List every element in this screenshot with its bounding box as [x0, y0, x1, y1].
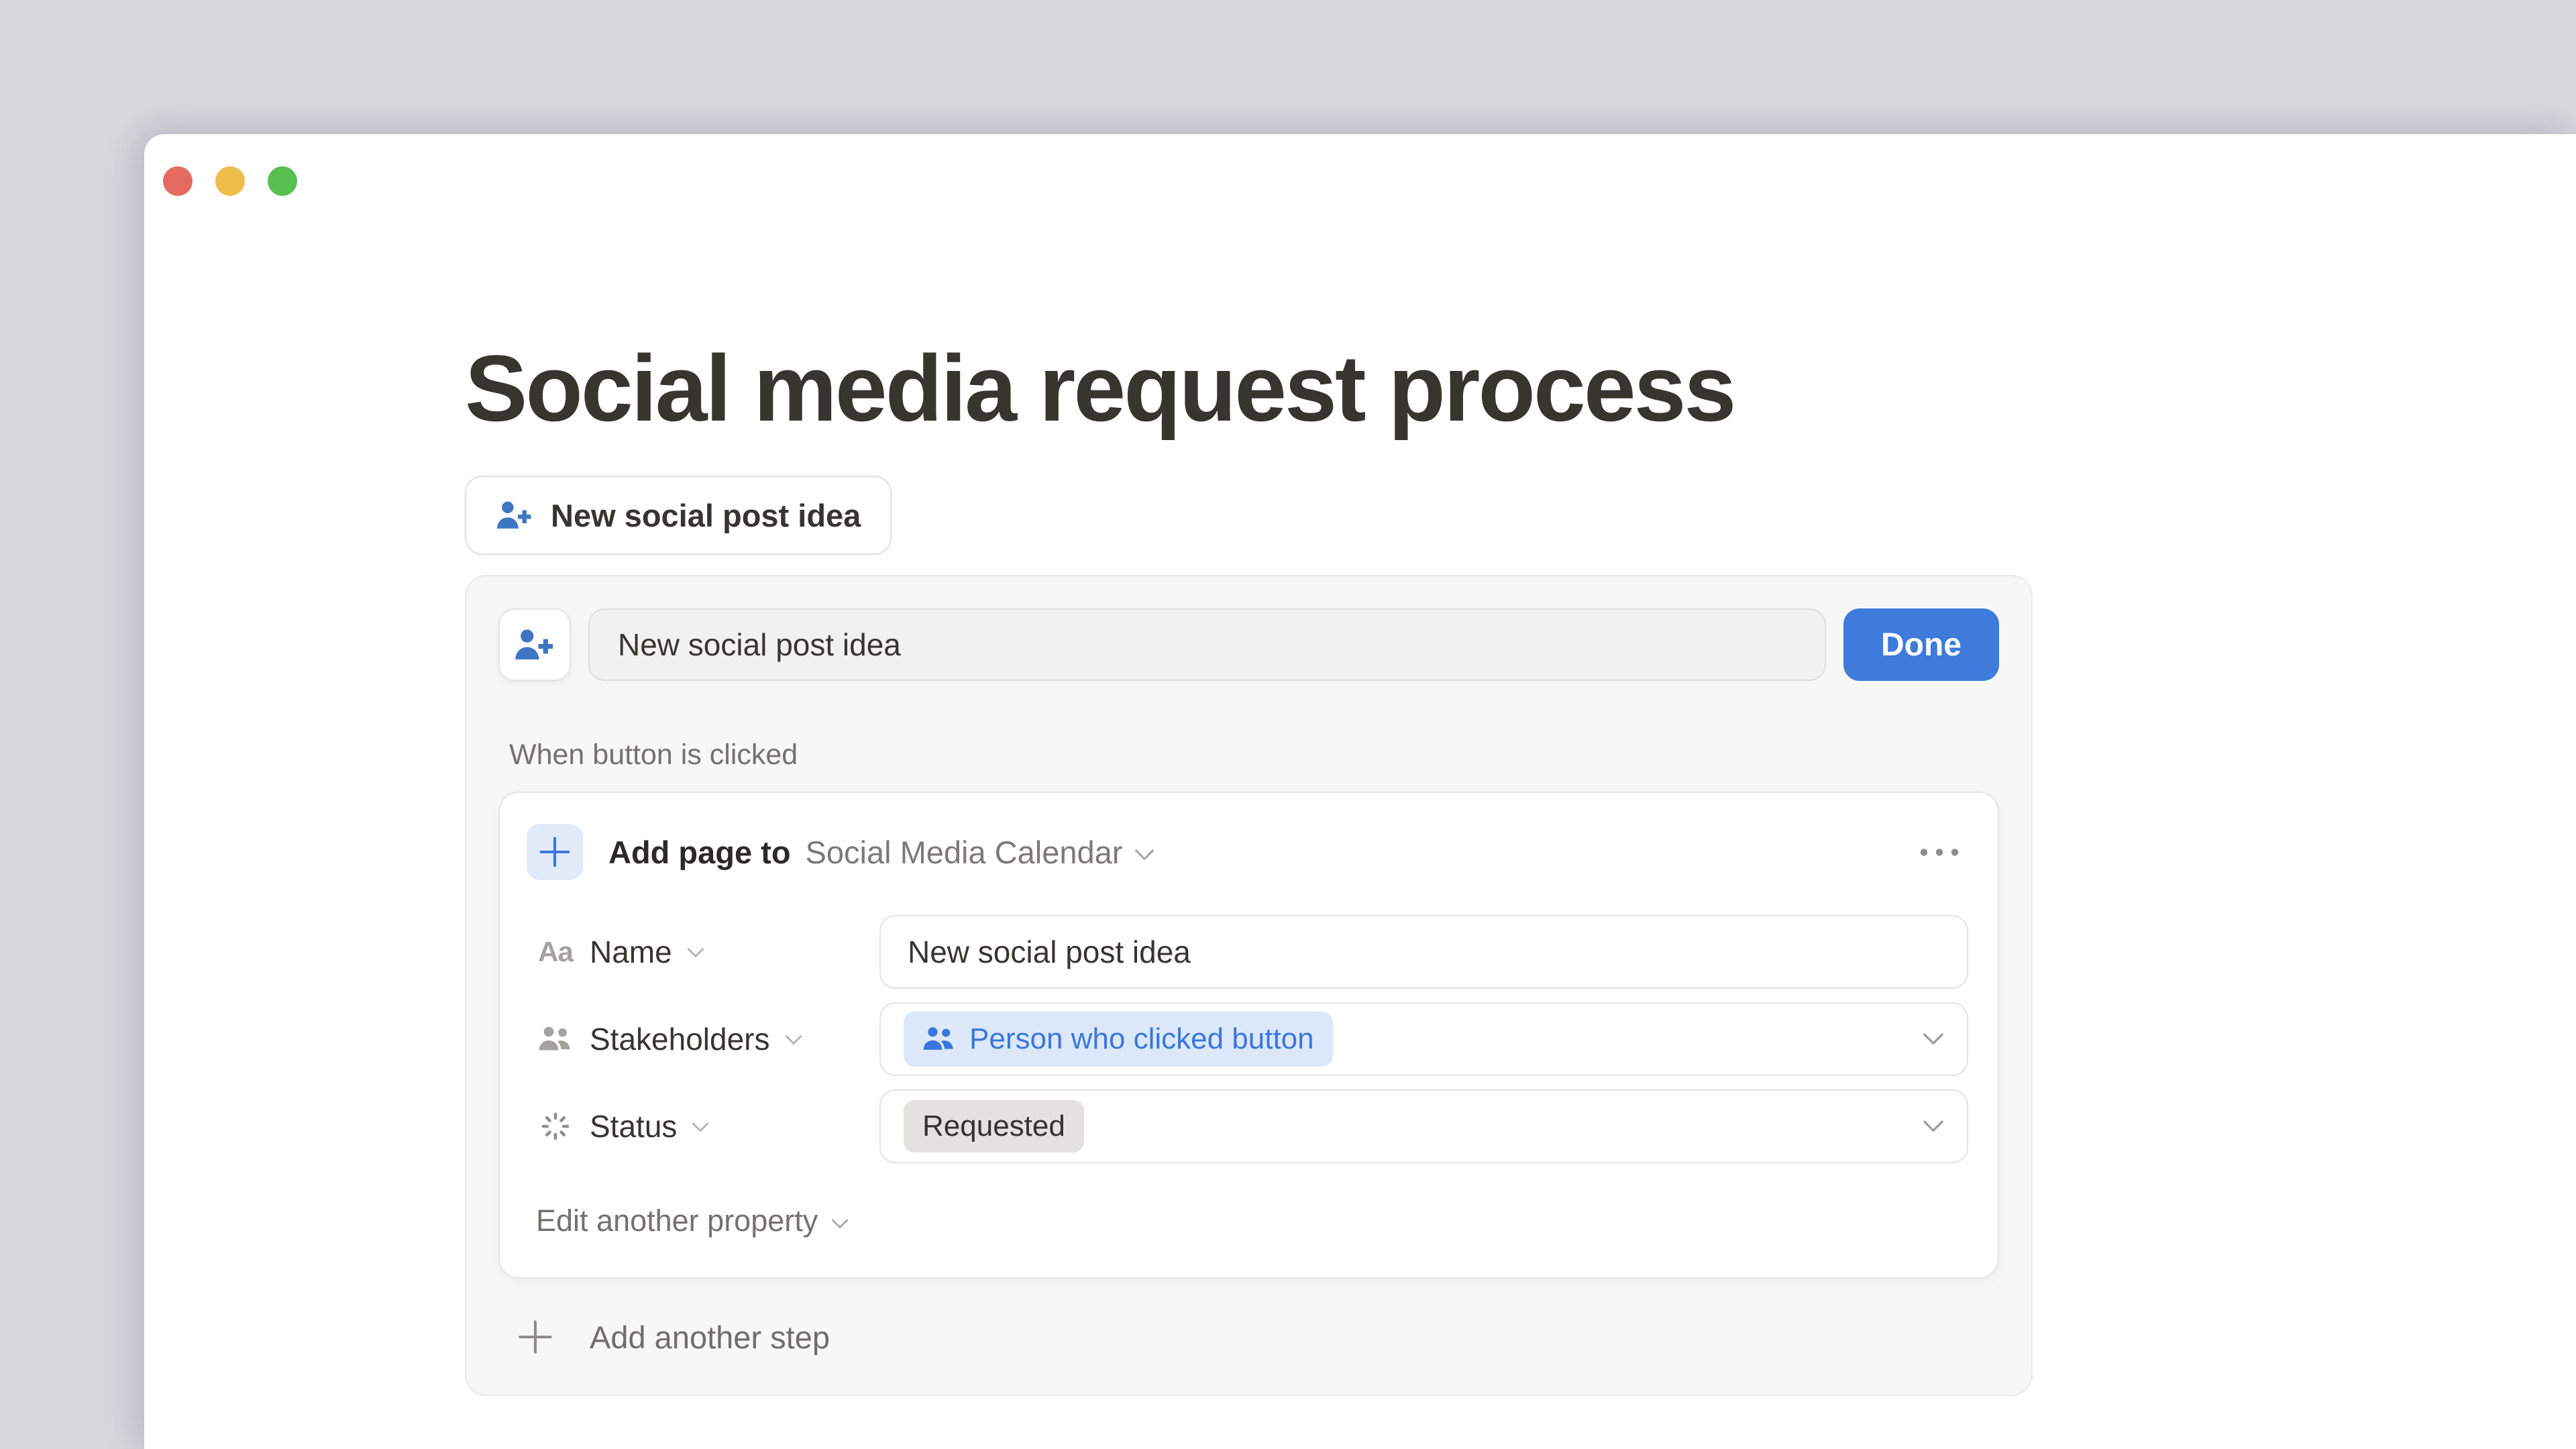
person-tag: Person who clicked button [904, 1012, 1333, 1067]
person-tag-label: Person who clicked button [969, 1022, 1314, 1056]
property-label: Status [590, 1108, 677, 1144]
property-value-text: New social post idea [904, 934, 1191, 970]
minimize-window-button[interactable] [215, 166, 245, 196]
step-action-label: Add page to [608, 834, 791, 871]
edit-another-property-button[interactable]: Edit another property [536, 1203, 849, 1238]
property-row-stakeholders: Stakeholders [536, 1002, 1968, 1076]
status-icon [536, 1111, 575, 1142]
zoom-window-button[interactable] [268, 166, 297, 196]
add-another-step-button[interactable]: Add another step [516, 1318, 830, 1356]
chevron-down-icon [687, 942, 704, 962]
app-window: Social media request process New social … [144, 134, 2576, 1449]
done-button[interactable]: Done [1843, 608, 1999, 681]
step-target-select[interactable]: Social Media Calendar [806, 834, 1155, 871]
property-label: Stakeholders [590, 1021, 770, 1057]
button-editor-panel: New social post idea Done When button is… [465, 575, 2033, 1396]
window-controls [163, 166, 297, 196]
property-name-selector[interactable]: Aa Name [536, 934, 879, 970]
person-plus-icon [496, 499, 533, 531]
desktop-background: Social media request process New social … [0, 0, 2576, 1449]
button-label: New social post idea [551, 497, 861, 534]
property-stakeholders-selector[interactable]: Stakeholders [536, 1021, 879, 1057]
status-tag: Requested [904, 1100, 1084, 1152]
property-row-name: Aa Name New social post idea [536, 915, 1968, 989]
page-content: Social media request process New social … [465, 134, 2033, 1449]
button-name-input[interactable]: New social post idea [588, 608, 1826, 681]
person-plus-icon [514, 627, 555, 663]
people-icon [536, 1024, 575, 1055]
step-target-label: Social Media Calendar [806, 834, 1123, 871]
chevron-down-icon [785, 1029, 802, 1049]
property-status-value-input[interactable]: Requested [879, 1089, 1968, 1163]
add-page-icon [527, 824, 583, 880]
chevron-down-icon [1134, 849, 1155, 861]
plus-icon [516, 1318, 555, 1356]
button-icon-picker[interactable] [498, 608, 571, 681]
property-label: Name [590, 934, 672, 970]
chevron-down-icon [831, 1218, 849, 1230]
ellipsis-icon [1920, 848, 1959, 857]
property-stakeholders-value-input[interactable]: Person who clicked button [879, 1002, 1968, 1076]
people-icon [922, 1025, 956, 1053]
property-row-status: Status Requested [536, 1089, 1968, 1163]
button-name-value: New social post idea [618, 627, 901, 663]
trigger-label: When button is clicked [509, 739, 1999, 771]
edit-another-property-label: Edit another property [536, 1203, 818, 1238]
property-status-selector[interactable]: Status [536, 1108, 879, 1144]
plus-icon [537, 835, 572, 869]
chevron-down-icon [692, 1116, 709, 1136]
automation-step-card: Add page to Social Media Calendar [498, 792, 1999, 1279]
chevron-down-icon [1923, 1120, 1944, 1133]
text-icon: Aa [536, 936, 575, 968]
add-another-step-label: Add another step [590, 1319, 830, 1356]
new-social-post-idea-button[interactable]: New social post idea [465, 476, 892, 555]
step-menu-button[interactable] [1920, 848, 1959, 857]
editor-header: New social post idea Done [498, 608, 1999, 681]
page-title: Social media request process [465, 334, 2033, 442]
property-name-value-input[interactable]: New social post idea [879, 915, 1968, 989]
chevron-down-icon [1923, 1032, 1944, 1046]
close-window-button[interactable] [163, 166, 193, 196]
step-header: Add page to Social Media Calendar [527, 824, 1968, 880]
